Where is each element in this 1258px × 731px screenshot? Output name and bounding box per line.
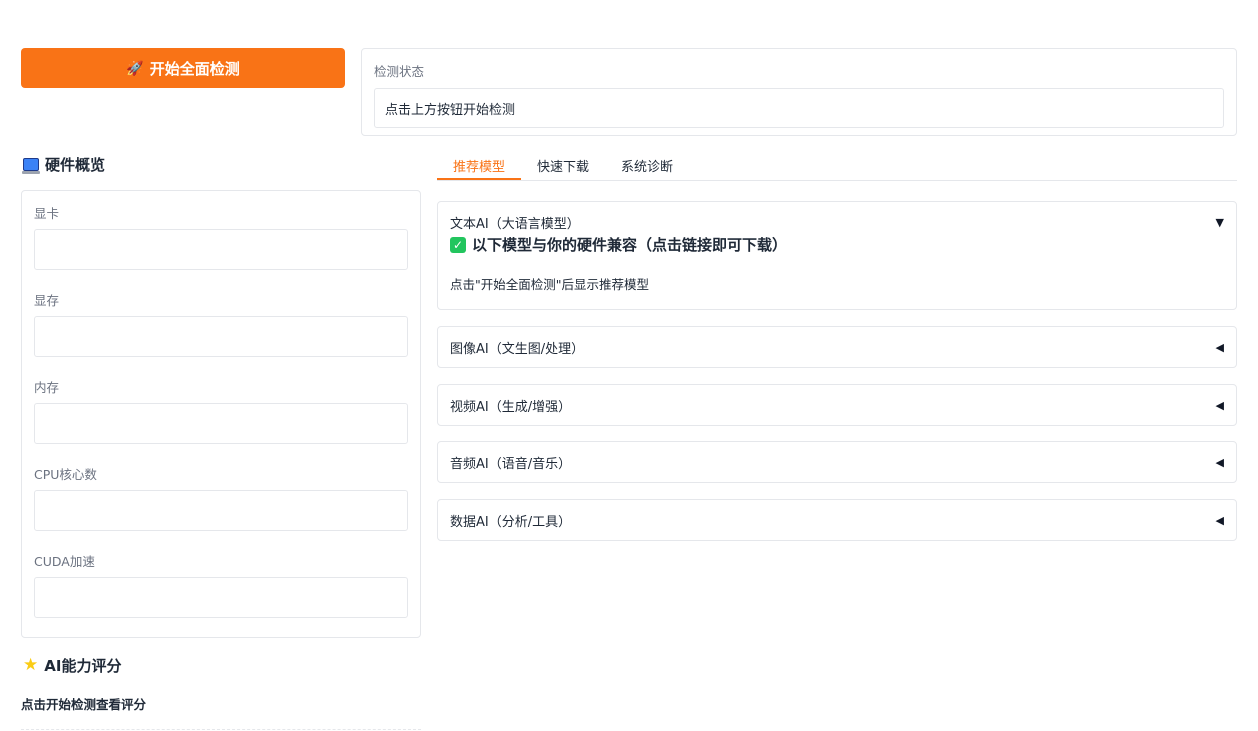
cuda-field-group: CUDA加速 [34, 551, 408, 618]
cuda-field[interactable] [34, 577, 408, 618]
gpu-field[interactable] [34, 229, 408, 270]
accordion-video-ai: 视频AI（生成/增强） ◀ [437, 384, 1237, 426]
cuda-label: CUDA加速 [34, 554, 95, 569]
hardware-heading: 硬件概览 [22, 154, 106, 175]
accordion-title: 图像AI（文生图/处理） [450, 341, 585, 357]
gpu-label: 显卡 [34, 206, 60, 221]
chevron-down-icon: ▼ [1215, 215, 1224, 229]
checkmark-icon: ✓ [450, 236, 466, 253]
computer-icon [22, 158, 40, 174]
chevron-left-icon: ◀ [1215, 340, 1224, 354]
accordion-header-data-ai[interactable]: 数据AI（分析/工具） ◀ [438, 500, 1236, 540]
hardware-title: 硬件概览 [45, 156, 106, 174]
start-detection-label: 开始全面检测 [149, 60, 240, 78]
divider [21, 729, 421, 730]
ai-score-title: AI能力评分 [44, 657, 122, 675]
chevron-left-icon: ◀ [1215, 455, 1224, 469]
status-label: 检测状态 [374, 64, 425, 79]
tab-system-diagnosis[interactable]: 系统诊断 [605, 150, 689, 180]
status-panel: 检测状态 点击上方按钮开始检测 [361, 48, 1237, 136]
accordion-title: 数据AI（分析/工具） [450, 514, 572, 530]
start-detection-button[interactable]: 🚀 开始全面检测 [21, 48, 345, 88]
accordion-title: 音频AI（语音/音乐） [450, 456, 572, 472]
accordion-header-image-ai[interactable]: 图像AI（文生图/处理） ◀ [438, 327, 1236, 367]
status-field[interactable]: 点击上方按钮开始检测 [374, 88, 1224, 128]
hardware-panel: 显卡 显存 内存 CPU核心数 CUDA加速 [21, 190, 421, 638]
star-icon: ★ [23, 655, 39, 675]
accordion-title: 文本AI（大语言模型） [450, 216, 580, 232]
accordion-body-text-ai: ✓ 以下模型与你的硬件兼容（点击链接即可下载） 点击"开始全面检测"后显示推荐模… [438, 234, 1236, 305]
gpu-field-group: 显卡 [34, 203, 408, 270]
vram-field[interactable] [34, 316, 408, 357]
accordion-header-video-ai[interactable]: 视频AI（生成/增强） ◀ [438, 385, 1236, 425]
compat-heading: ✓ 以下模型与你的硬件兼容（点击链接即可下载） [450, 234, 1224, 255]
accordion-header-audio-ai[interactable]: 音频AI（语音/音乐） ◀ [438, 442, 1236, 482]
accordion-text-ai: 文本AI（大语言模型） ▼ ✓ 以下模型与你的硬件兼容（点击链接即可下载） 点击… [437, 201, 1237, 310]
ai-score-heading: ★ AI能力评分 [23, 655, 121, 676]
cpu-cores-field[interactable] [34, 490, 408, 531]
ram-field[interactable] [34, 403, 408, 444]
vram-field-group: 显存 [34, 290, 408, 357]
accordion-image-ai: 图像AI（文生图/处理） ◀ [437, 326, 1237, 368]
ram-field-group: 内存 [34, 377, 408, 444]
tab-quick-download[interactable]: 快速下载 [521, 150, 605, 180]
ram-label: 内存 [34, 380, 60, 395]
ai-score-hint: 点击开始检测查看评分 [21, 697, 147, 712]
chevron-left-icon: ◀ [1215, 398, 1224, 412]
rocket-icon: 🚀 [126, 59, 144, 76]
cpu-cores-field-group: CPU核心数 [34, 464, 408, 531]
tab-recommended-models[interactable]: 推荐模型 [437, 150, 522, 180]
tab-bar: 推荐模型 快速下载 系统诊断 [437, 150, 1237, 181]
compat-heading-text: 以下模型与你的硬件兼容（点击链接即可下载） [472, 236, 788, 254]
accordion-audio-ai: 音频AI（语音/音乐） ◀ [437, 441, 1237, 483]
chevron-left-icon: ◀ [1215, 513, 1224, 527]
accordion-title: 视频AI（生成/增强） [450, 399, 572, 415]
recommend-note: 点击"开始全面检测"后显示推荐模型 [450, 277, 649, 292]
vram-label: 显存 [34, 293, 60, 308]
cpu-cores-label: CPU核心数 [34, 467, 97, 482]
accordion-data-ai: 数据AI（分析/工具） ◀ [437, 499, 1237, 541]
